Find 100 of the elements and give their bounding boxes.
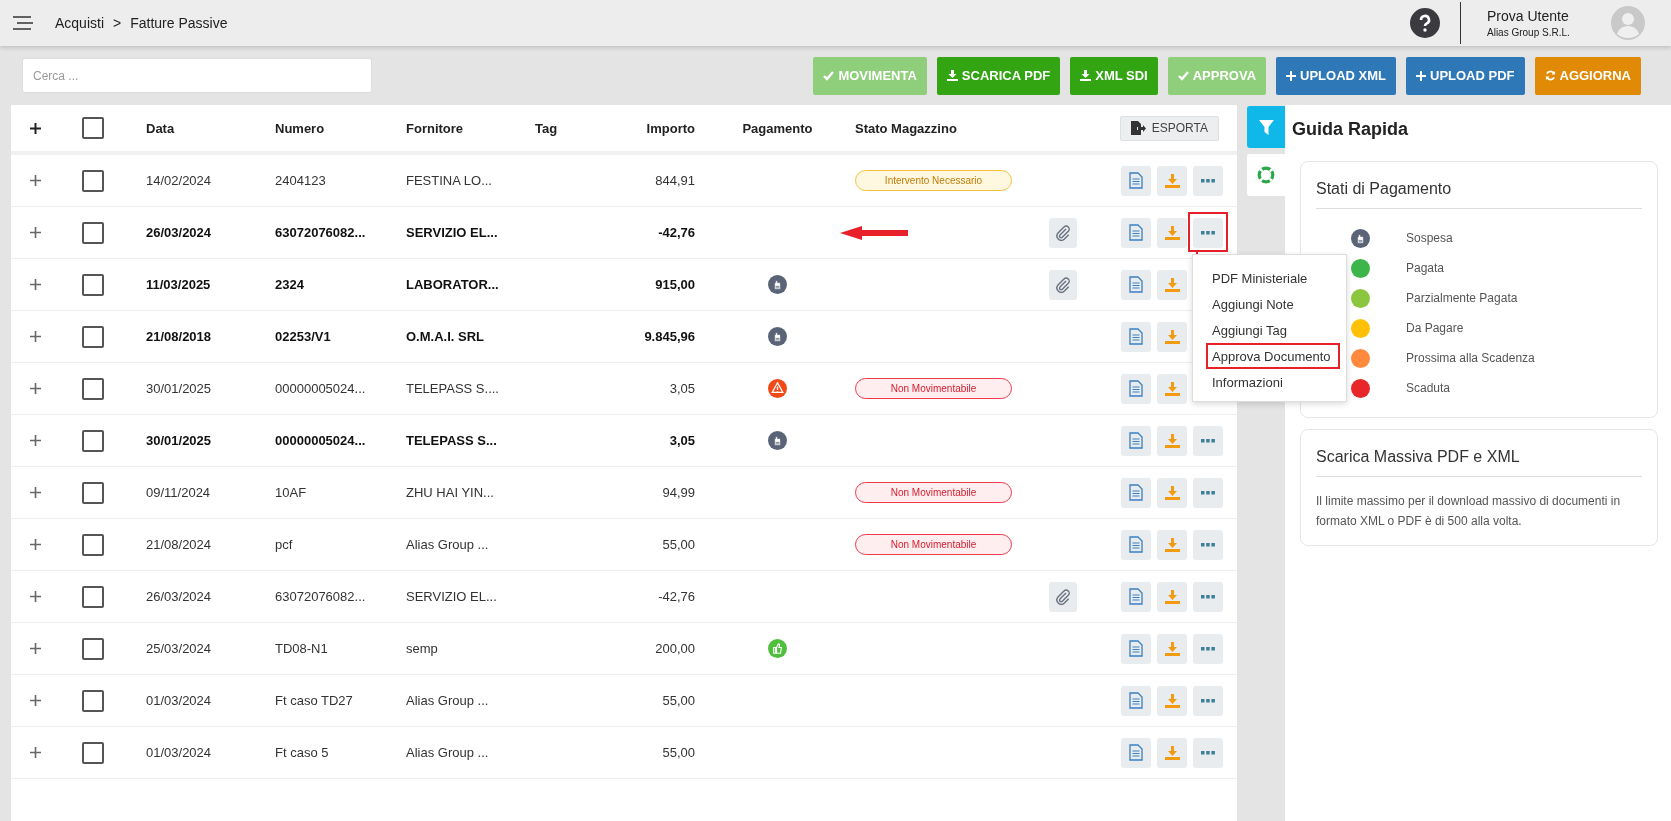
row-checkbox[interactable] bbox=[81, 429, 104, 452]
download-icon bbox=[1164, 589, 1180, 604]
table-cell-text: 14/02/2024 bbox=[145, 173, 213, 188]
more-button[interactable] bbox=[1193, 165, 1223, 196]
expand-icon[interactable] bbox=[30, 383, 41, 394]
table-cell-text: 26/03/2024 bbox=[145, 225, 213, 240]
pdf-button[interactable] bbox=[1121, 165, 1151, 196]
row-checkbox[interactable] bbox=[81, 481, 104, 504]
expand-icon[interactable] bbox=[30, 279, 41, 290]
search-field[interactable]: Cerca ... bbox=[22, 58, 372, 93]
more-button[interactable] bbox=[1193, 581, 1223, 612]
column-header[interactable]: Numero bbox=[260, 120, 390, 136]
expand-icon[interactable] bbox=[30, 487, 41, 498]
side-tab[interactable] bbox=[1247, 106, 1285, 148]
more-button[interactable] bbox=[1193, 425, 1223, 456]
expand-all-icon[interactable] bbox=[30, 122, 41, 134]
breadcrumb-separator: > bbox=[113, 15, 122, 31]
table-cell-text: semp bbox=[405, 641, 439, 656]
breadcrumb-item[interactable]: Acquisti bbox=[55, 15, 105, 31]
pdf-button[interactable] bbox=[1121, 477, 1151, 508]
table-cell-text: 2324 bbox=[274, 277, 305, 292]
pdf-button[interactable] bbox=[1121, 529, 1151, 560]
pdf-button[interactable] bbox=[1121, 581, 1151, 612]
row-checkbox[interactable] bbox=[81, 585, 104, 608]
menu-icon[interactable] bbox=[13, 16, 33, 30]
more-icon bbox=[1201, 490, 1215, 495]
expand-icon[interactable] bbox=[30, 227, 41, 238]
more-button[interactable] bbox=[1193, 529, 1223, 560]
expand-icon[interactable] bbox=[30, 695, 41, 706]
status-badge: Non Movimentabile bbox=[855, 378, 1012, 399]
column-header[interactable]: Fornitore bbox=[390, 120, 520, 136]
help-icon[interactable] bbox=[1410, 8, 1440, 38]
menu-item[interactable]: Aggiungi Tag bbox=[1193, 317, 1346, 343]
more-button[interactable] bbox=[1193, 477, 1223, 508]
column-header[interactable]: Data bbox=[125, 120, 260, 136]
select-all-checkbox[interactable] bbox=[81, 117, 104, 139]
plus-icon bbox=[1416, 70, 1426, 81]
pdf-button[interactable] bbox=[1121, 633, 1151, 664]
side-tab[interactable] bbox=[1247, 154, 1285, 196]
document-icon bbox=[1129, 328, 1143, 345]
attachment-button[interactable] bbox=[1049, 581, 1077, 612]
table-cell-text: 94,99 bbox=[661, 485, 696, 500]
document-icon bbox=[1129, 536, 1143, 553]
menu-item[interactable]: Aggiungi Note bbox=[1193, 291, 1346, 317]
document-icon bbox=[1129, 276, 1143, 293]
toolbar-button[interactable]: UPLOAD PDF bbox=[1406, 56, 1525, 95]
pdf-button[interactable] bbox=[1121, 269, 1151, 300]
more-button[interactable] bbox=[1193, 633, 1223, 664]
expand-icon[interactable] bbox=[30, 591, 41, 602]
expand-icon[interactable] bbox=[30, 747, 41, 758]
expand-icon[interactable] bbox=[30, 331, 41, 342]
row-checkbox[interactable] bbox=[81, 273, 104, 296]
pdf-button[interactable] bbox=[1121, 373, 1151, 404]
row-checkbox[interactable] bbox=[81, 637, 104, 660]
pdf-button[interactable] bbox=[1121, 217, 1151, 248]
row-checkbox[interactable] bbox=[81, 533, 104, 556]
user-name: Prova Utente bbox=[1487, 8, 1570, 24]
download-icon bbox=[1164, 641, 1180, 656]
expand-icon[interactable] bbox=[30, 435, 41, 446]
pdf-button[interactable] bbox=[1121, 321, 1151, 352]
legend-label: Pagata bbox=[1406, 261, 1445, 275]
column-header[interactable]: Pagamento bbox=[710, 120, 845, 136]
table-cell-text: 02253/V1 bbox=[274, 329, 332, 344]
table-cell-text: Alias Group ... bbox=[405, 693, 490, 708]
status-badge: Intervento Necessario bbox=[855, 170, 1012, 191]
column-header[interactable]: Importo bbox=[610, 120, 710, 136]
pdf-button[interactable] bbox=[1121, 737, 1151, 768]
table-cell-text: 30/01/2025 bbox=[145, 433, 213, 448]
attachment-button[interactable] bbox=[1049, 217, 1077, 248]
pdf-button[interactable] bbox=[1121, 425, 1151, 456]
expand-icon[interactable] bbox=[30, 175, 41, 186]
menu-item[interactable]: Informazioni bbox=[1193, 369, 1346, 395]
row-checkbox[interactable] bbox=[81, 325, 104, 348]
document-icon bbox=[1129, 172, 1143, 189]
row-checkbox[interactable] bbox=[81, 377, 104, 400]
more-button[interactable] bbox=[1193, 685, 1223, 716]
row-checkbox[interactable] bbox=[81, 169, 104, 192]
column-header[interactable]: Tag bbox=[520, 120, 610, 136]
expand-icon[interactable] bbox=[30, 643, 41, 654]
row-checkbox[interactable] bbox=[81, 689, 104, 712]
more-icon bbox=[1201, 178, 1215, 183]
attachment-button[interactable] bbox=[1049, 269, 1077, 300]
table-cell-text: SERVIZIO EL... bbox=[405, 589, 498, 604]
menu-item[interactable]: Approva Documento bbox=[1206, 343, 1340, 369]
more-icon bbox=[1201, 438, 1215, 443]
more-button[interactable] bbox=[1193, 737, 1223, 768]
breadcrumb-item[interactable]: Fatture Passive bbox=[130, 15, 228, 31]
pdf-button[interactable] bbox=[1121, 685, 1151, 716]
menu-item[interactable]: PDF Ministeriale bbox=[1193, 265, 1346, 291]
table-cell-text: 3,05 bbox=[668, 381, 696, 396]
row-checkbox[interactable] bbox=[81, 221, 104, 244]
expand-icon[interactable] bbox=[30, 539, 41, 550]
toolbar-button[interactable]: UPLOAD XML bbox=[1276, 56, 1396, 95]
table-cell-text: O.M.A.I. SRL bbox=[405, 329, 485, 344]
column-header[interactable]: Stato Magazzino bbox=[845, 120, 1040, 136]
row-checkbox[interactable] bbox=[81, 741, 104, 764]
export-button[interactable]: ESPORTA bbox=[1119, 115, 1219, 141]
download-icon bbox=[1164, 329, 1180, 344]
card-text: Il limite massimo per il download massivo di documenti in formato XML o PDF è di 500 alla volta. bbox=[1316, 493, 1622, 530]
refresh-icon bbox=[1544, 70, 1556, 81]
